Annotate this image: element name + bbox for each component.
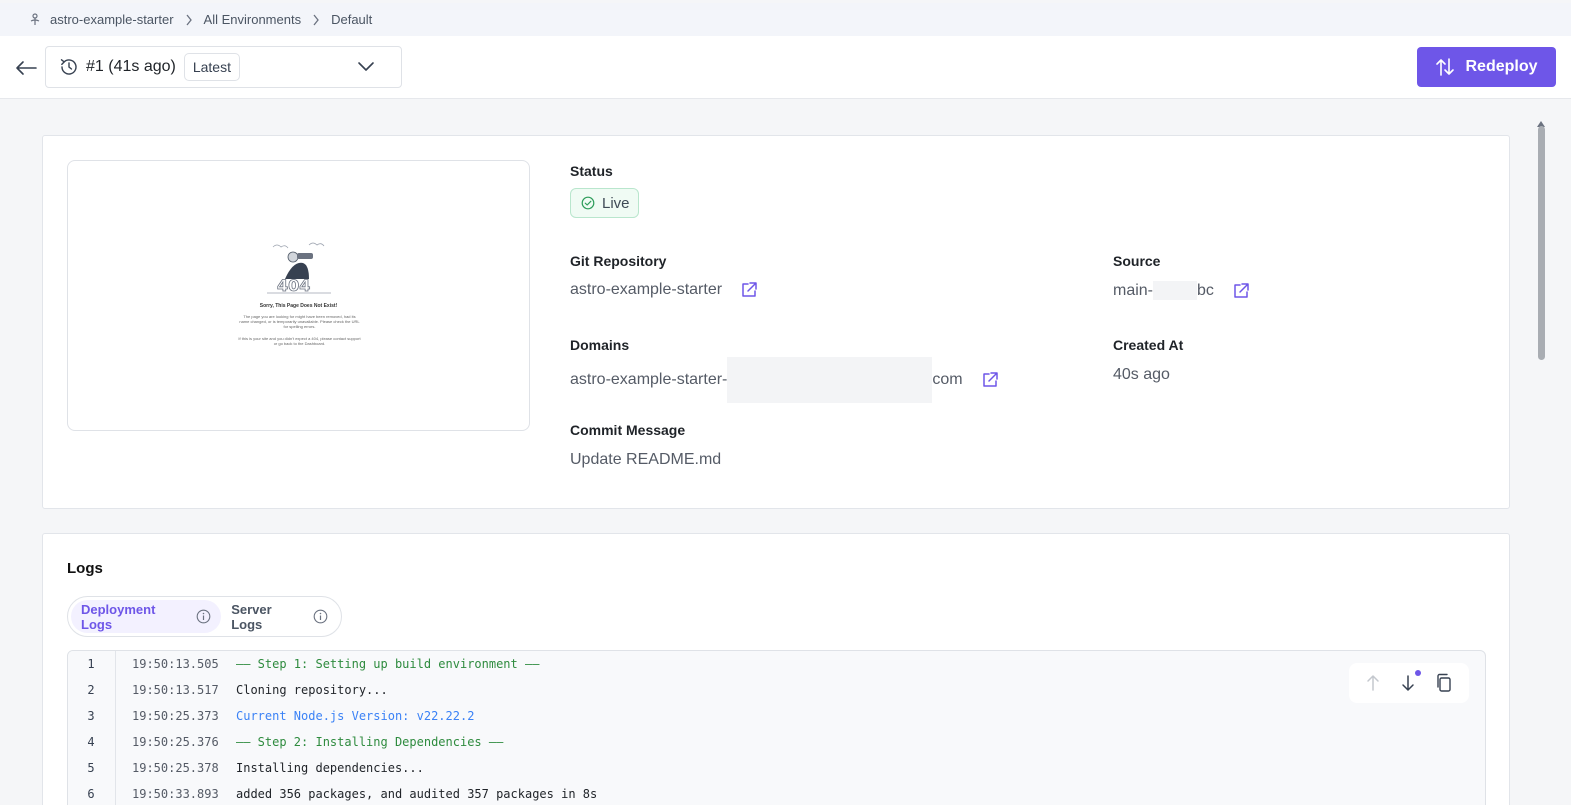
arrow-up-icon[interactable]: [1365, 674, 1381, 692]
arrow-down-icon[interactable]: [1400, 670, 1421, 692]
tab-label: Server Logs: [231, 601, 272, 632]
log-message: Current Node.js Version: v22.22.2: [236, 709, 475, 723]
source-field: main- bc: [1113, 281, 1250, 300]
git-repository-label: Git Repository: [570, 253, 667, 269]
back-arrow-icon[interactable]: [14, 56, 38, 80]
logs-card: Logs Deployment Logs Server Logs 1 19:50:…: [42, 533, 1510, 805]
redacted-domain: [727, 357, 933, 403]
preview-body: The page you are looking for might have …: [239, 314, 360, 329]
line-number: 3: [87, 709, 95, 723]
logs-title: Logs: [67, 560, 103, 577]
log-message: added 356 packages, and audited 357 pack…: [236, 787, 598, 801]
preview-body-secondary: If this is your site and you didn't expe…: [238, 336, 361, 346]
log-message: Cloning repository...: [236, 683, 388, 697]
log-line: 1 19:50:13.505 —— Step 1: Setting up build…: [68, 651, 1485, 677]
external-link-icon[interactable]: [740, 281, 758, 299]
log-timestamp: 19:50:13.517: [132, 683, 219, 697]
logs-tabs: Deployment Logs Server Logs: [67, 596, 342, 637]
line-number: 1: [87, 657, 95, 671]
info-icon[interactable]: [313, 609, 328, 624]
scrollbar-thumb[interactable]: [1538, 126, 1545, 360]
log-line: 6 19:50:33.893 added 356 packages, and aud…: [68, 781, 1485, 805]
log-timestamp: 19:50:25.378: [132, 761, 219, 775]
site-preview[interactable]: 404 Sorry, This Page Does Not Exist! The…: [67, 160, 530, 431]
new-logs-indicator: [1414, 670, 1421, 676]
deployment-number: #1 (41s ago): [86, 58, 176, 75]
git-repo-icon: [29, 13, 41, 26]
log-message: —— Step 2: Installing Dependencies ——: [236, 735, 504, 749]
breadcrumb-project[interactable]: astro-example-starter: [50, 12, 174, 27]
status-badge: Live: [570, 188, 639, 218]
log-message: Installing dependencies...: [236, 761, 424, 775]
source-label: Source: [1113, 253, 1161, 269]
redacted-source: [1153, 281, 1198, 300]
commit-message-value: Update README.md: [570, 451, 722, 468]
copy-icon[interactable]: [1435, 673, 1453, 693]
external-link-icon[interactable]: [981, 371, 999, 389]
domains-field: astro-example-starter- com: [570, 357, 999, 403]
deployment-info-card: 404 Sorry, This Page Does Not Exist! The…: [42, 135, 1510, 509]
source-value-prefix: main-: [1113, 281, 1154, 299]
chevron-down-icon: [357, 59, 375, 73]
created-at-value: 40s ago: [1113, 366, 1170, 383]
line-number: 6: [87, 787, 95, 801]
preview-title: Sorry, This Page Does Not Exist!: [259, 303, 338, 309]
log-toolbar: [1349, 663, 1469, 703]
status-value: Live: [602, 194, 630, 212]
deployment-selector[interactable]: #1 (41s ago) Latest: [45, 46, 402, 88]
history-icon: [58, 56, 80, 78]
line-number: 5: [87, 761, 95, 775]
log-timestamp: 19:50:13.505: [132, 657, 219, 671]
latest-badge: Latest: [183, 53, 240, 81]
domain-value-prefix: astro-example-starter-: [570, 371, 728, 388]
tab-deployment-logs[interactable]: Deployment Logs: [71, 600, 222, 633]
redeploy-icon: [1435, 57, 1455, 77]
page-scrollbar[interactable]: [1535, 112, 1547, 805]
breadcrumb: astro-example-starter All Environments D…: [0, 3, 1571, 36]
redeploy-label: Redeploy: [1465, 58, 1538, 75]
created-at-label: Created At: [1113, 337, 1184, 353]
deployment-header: #1 (41s ago) Latest Redeploy: [0, 36, 1571, 99]
external-link-icon[interactable]: [1232, 282, 1250, 300]
line-number: 2: [87, 683, 95, 697]
log-line: 2 19:50:13.517 Cloning repository...: [68, 677, 1485, 703]
domain-value-suffix: com: [932, 371, 963, 388]
info-icon[interactable]: [196, 609, 211, 624]
source-value-suffix: bc: [1197, 281, 1214, 299]
domains-label: Domains: [570, 337, 630, 353]
chevron-right-icon: [312, 14, 320, 26]
line-number: 4: [87, 735, 95, 749]
svg-text:404: 404: [277, 276, 310, 295]
status-label: Status: [570, 163, 613, 179]
log-line: 3 19:50:25.373 Current Node.js Version: v2…: [68, 703, 1485, 729]
log-line: 5 19:50:25.378 Installing dependencies...: [68, 755, 1485, 781]
log-timestamp: 19:50:25.373: [132, 709, 219, 723]
chevron-right-icon: [185, 14, 193, 26]
check-circle-icon: [581, 196, 595, 210]
git-repository-field: astro-example-starter: [570, 281, 758, 299]
breadcrumb-default[interactable]: Default: [331, 12, 372, 27]
log-line: 4 19:50:25.376 —— Step 2: Installing Depen…: [68, 729, 1485, 755]
tab-server-logs[interactable]: Server Logs: [221, 600, 338, 633]
log-message: —— Step 1: Setting up build environment …: [236, 657, 540, 671]
breadcrumb-environments[interactable]: All Environments: [204, 12, 302, 27]
log-timestamp: 19:50:33.893: [132, 787, 219, 801]
log-viewer[interactable]: 1 19:50:13.505 —— Step 1: Setting up build…: [67, 650, 1486, 805]
commit-message-label: Commit Message: [570, 422, 686, 438]
tab-label: Deployment Logs: [81, 601, 156, 632]
404-illustration: 404: [263, 239, 335, 304]
git-repository-value: astro-example-starter: [570, 281, 723, 298]
log-timestamp: 19:50:25.376: [132, 735, 219, 749]
redeploy-button[interactable]: Redeploy: [1417, 47, 1556, 87]
